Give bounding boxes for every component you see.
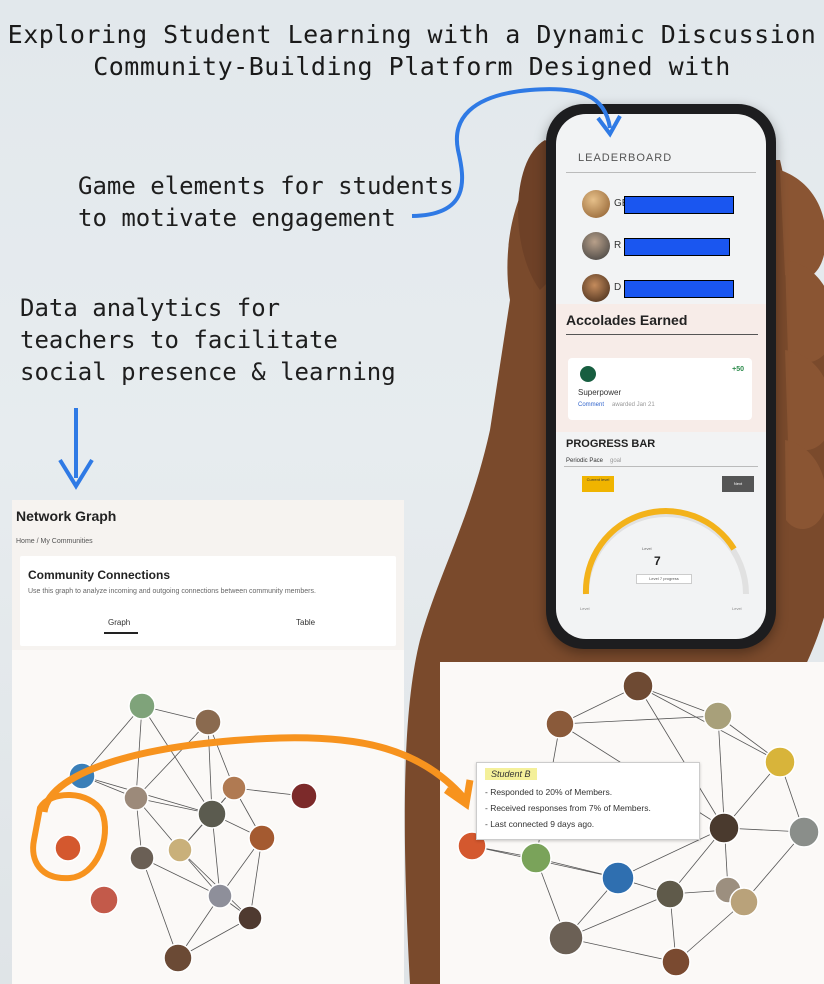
orange-arrow: [40, 734, 467, 813]
highlight-overlay: [30, 734, 474, 882]
